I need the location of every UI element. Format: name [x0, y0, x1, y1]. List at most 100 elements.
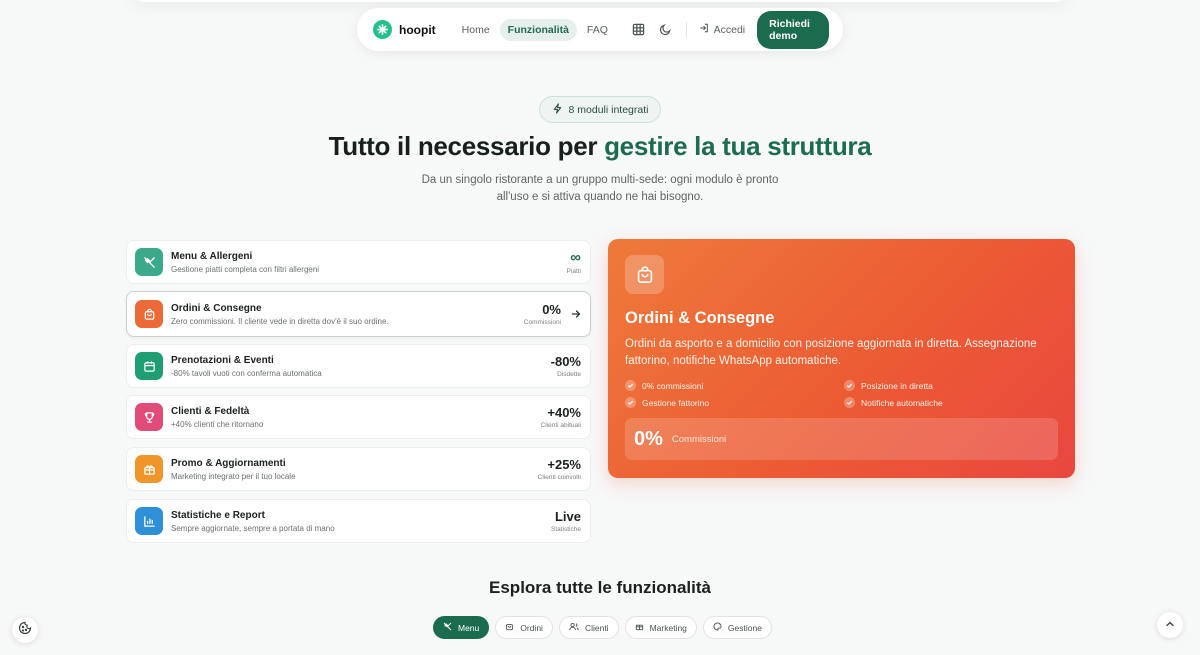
- check-icon: [844, 397, 855, 408]
- module-value: 0%: [542, 302, 561, 317]
- login-icon: [699, 23, 709, 36]
- gift-icon: [635, 622, 644, 633]
- check-icon: [625, 397, 636, 408]
- module-value: Live: [554, 509, 581, 524]
- feature-tabs: Menu Ordini Clienti Marketing Gestione: [433, 616, 772, 639]
- module-clients-loyalty[interactable]: Clienti & Fedeltà +40% clienti che ritor…: [126, 395, 591, 439]
- detail-description: Ordini da asporto e a domicilio con posi…: [625, 338, 1037, 367]
- feature-list: 0% commissioni Posizione in diretta Gest…: [625, 380, 1058, 408]
- module-value-label: Clienti coinvolti: [537, 474, 581, 481]
- feature-label: Gestione fattorino: [642, 397, 710, 408]
- nav-link-faq[interactable]: FAQ: [579, 19, 616, 41]
- module-title: Promo & Aggiornamenti: [171, 457, 286, 469]
- kpi-label: Commissioni: [671, 433, 727, 445]
- page-subtitle: Da un singolo ristorante a un gruppo mul…: [400, 172, 800, 206]
- module-value: ∞: [570, 249, 581, 266]
- subtitle-line-1: Da un singolo ristorante a un gruppo mul…: [421, 174, 779, 186]
- bar-chart-icon: [135, 507, 163, 535]
- feature-label: Posizione in diretta: [861, 380, 933, 391]
- module-value: +25%: [547, 457, 581, 472]
- explore-title: Esplora tutte le funzionalità: [489, 578, 711, 597]
- title-plain: Tutto il necessario per: [328, 131, 605, 161]
- top-navbar: hoopit Home Funzionalità FAQ Accedi Rich…: [357, 8, 843, 51]
- feature-label: Notifiche automatiche: [861, 397, 943, 408]
- scroll-to-top-button[interactable]: [1157, 612, 1183, 638]
- kpi-box: 0% Commissioni: [625, 418, 1058, 460]
- module-desc: -80% tavoli vuoti con conferma automatic…: [171, 368, 322, 378]
- tab-label: Gestione: [727, 622, 762, 633]
- cookie-icon: [18, 621, 32, 640]
- lightning-icon: [552, 102, 563, 117]
- feature-item: 0% commissioni: [625, 380, 844, 391]
- module-title: Clienti & Fedeltà: [171, 405, 250, 417]
- tab-marketing[interactable]: Marketing: [624, 616, 697, 639]
- shopping-bag-icon: [625, 255, 664, 294]
- module-title: Menu & Allergeni: [171, 250, 253, 262]
- module-statistics-report[interactable]: Statistiche e Report Sempre aggiornate, …: [126, 499, 591, 543]
- tab-management[interactable]: Gestione: [702, 616, 772, 639]
- feature-item: Posizione in diretta: [844, 380, 1044, 391]
- tab-menu[interactable]: Menu: [433, 616, 490, 639]
- brand-logo[interactable]: hoopit: [373, 20, 436, 39]
- cutlery-icon: [135, 248, 163, 276]
- brand-name: hoopit: [399, 22, 436, 37]
- logo-icon: [373, 20, 392, 39]
- feature-item: Gestione fattorino: [625, 397, 844, 408]
- shopping-bag-icon: [135, 300, 163, 328]
- tab-label: Clienti: [584, 622, 609, 633]
- tab-orders[interactable]: Ordini: [495, 616, 553, 639]
- feature-label: 0% commissioni: [642, 380, 704, 391]
- module-value-label: Clienti abituali: [540, 422, 581, 429]
- module-desc: Gestione piatti completa con filtri alle…: [171, 264, 320, 274]
- tab-label: Ordini: [520, 622, 543, 633]
- modules-badge: 8 moduli integrati: [539, 96, 661, 123]
- module-value-label: Piatti: [566, 268, 581, 275]
- subtitle-line-2: all'uso e si attiva quando ne hai bisogn…: [496, 191, 704, 203]
- module-orders-delivery[interactable]: Ordini & Consegne Zero commissioni. Il c…: [126, 291, 591, 337]
- check-icon: [844, 380, 855, 391]
- gift-icon: [135, 455, 163, 483]
- tab-label: Menu: [458, 622, 480, 633]
- module-value: -80%: [550, 354, 581, 369]
- module-value-label: Commissioni: [523, 319, 561, 326]
- top-section-edge: [130, 0, 1070, 2]
- module-title: Statistiche e Report: [171, 509, 265, 521]
- tab-clients[interactable]: Clienti: [558, 616, 619, 639]
- check-icon: [625, 380, 636, 391]
- module-detail-card: Ordini & Consegne Ordini da asporto e a …: [608, 239, 1075, 478]
- module-value: +40%: [547, 405, 581, 420]
- module-desc: Sempre aggiornate, sempre a portata di m…: [171, 523, 335, 533]
- badge-label: 8 moduli integrati: [568, 103, 649, 116]
- detail-title: Ordini & Consegne: [625, 309, 775, 327]
- users-icon: [569, 622, 579, 633]
- cutlery-icon: [443, 622, 452, 633]
- module-value-label: Statistiche: [551, 526, 581, 533]
- module-menu-allergens[interactable]: Menu & Allergeni Gestione piatti complet…: [126, 240, 591, 284]
- title-accent: gestire la tua struttura: [604, 131, 872, 161]
- module-title: Prenotazioni & Eventi: [171, 354, 274, 366]
- module-desc: +40% clienti che ritornano: [171, 419, 264, 429]
- calendar-icon: [135, 352, 163, 380]
- shopping-bag-icon: [505, 622, 514, 633]
- module-promo-updates[interactable]: Promo & Aggiornamenti Marketing integrat…: [126, 447, 591, 491]
- nav-link-features[interactable]: Funzionalità: [499, 18, 577, 41]
- request-demo-button[interactable]: Richiedi demo: [757, 10, 829, 49]
- login-label: Accedi: [713, 23, 746, 36]
- module-reservations-events[interactable]: Prenotazioni & Eventi -80% tavoli vuoti …: [126, 344, 591, 388]
- trophy-icon: [135, 403, 163, 431]
- module-desc: Zero commissioni. Il cliente vede in dir…: [171, 316, 389, 326]
- feature-item: Notifiche automatiche: [844, 397, 1044, 408]
- page-title: Tutto il necessario per gestire la tua s…: [0, 131, 1200, 162]
- kpi-value: 0%: [634, 427, 663, 450]
- arrow-right-icon: [571, 309, 581, 319]
- module-title: Ordini & Consegne: [171, 302, 262, 314]
- moon-icon[interactable]: [659, 23, 672, 37]
- grid-icon[interactable]: [632, 23, 645, 37]
- login-link[interactable]: Accedi: [699, 23, 746, 36]
- nav-divider: [685, 21, 687, 38]
- tab-label: Marketing: [649, 622, 687, 633]
- module-value-label: Disdette: [557, 371, 581, 378]
- cookie-settings-button[interactable]: [12, 617, 38, 643]
- chevron-up-icon: [1165, 616, 1175, 634]
- nav-link-home[interactable]: Home: [454, 19, 498, 41]
